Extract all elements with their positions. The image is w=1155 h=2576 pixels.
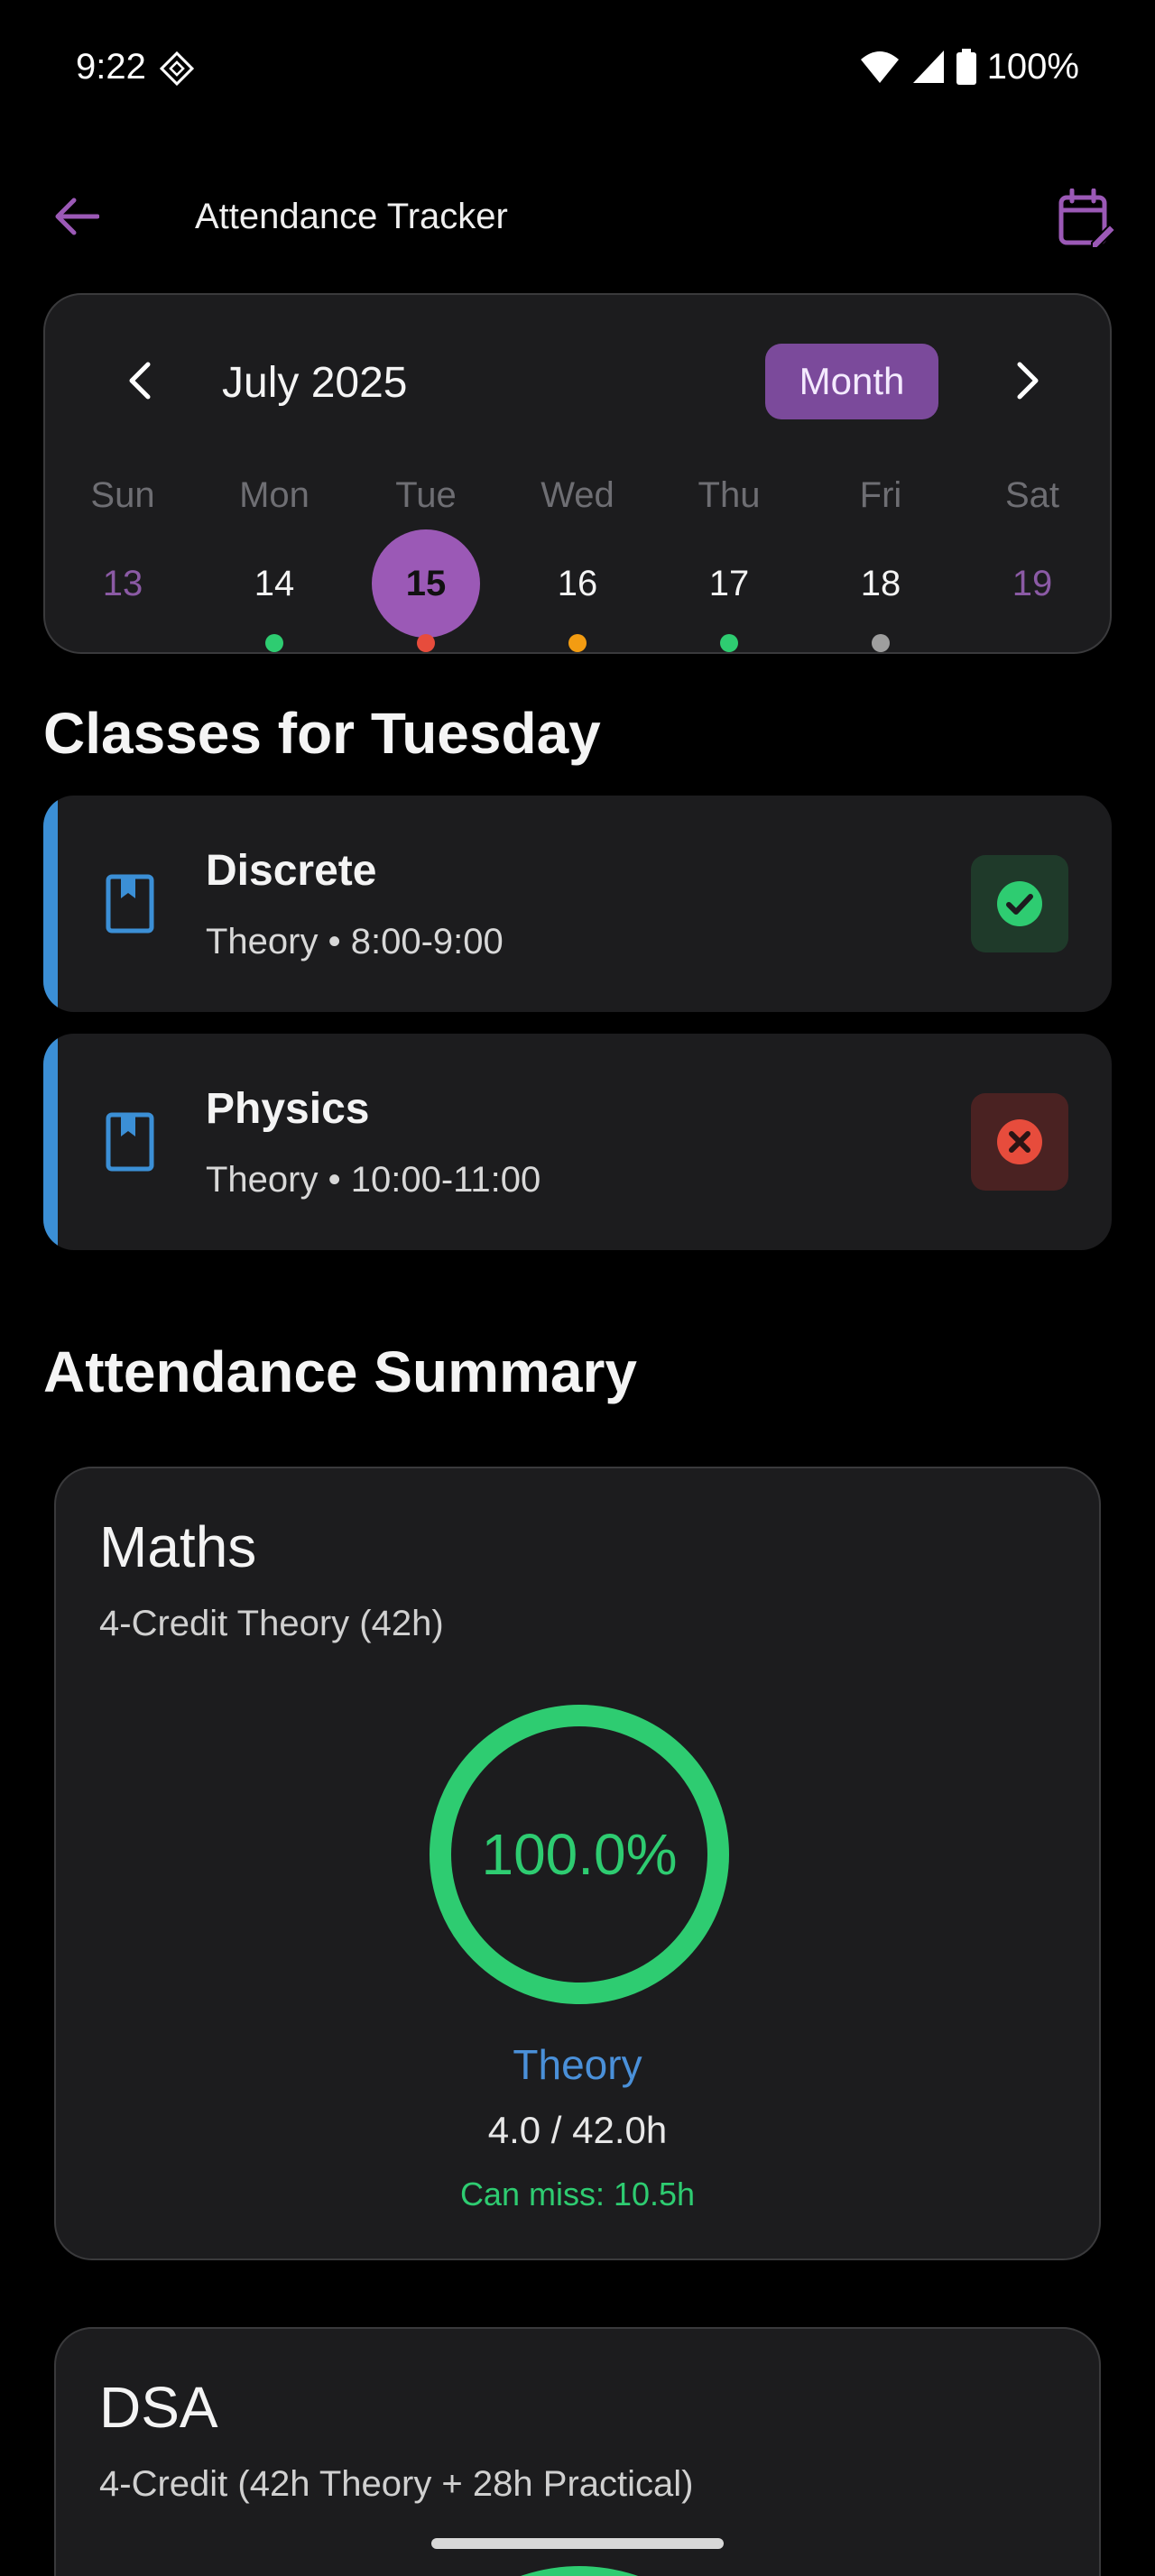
class-accent-bar: [43, 1034, 58, 1250]
chevron-right-icon: [1017, 362, 1039, 400]
week-calendar: July 2025 Month Sun Mon Tue Wed Thu Fri …: [43, 293, 1112, 654]
summary-section-title: Attendance Summary: [43, 1339, 637, 1404]
previous-week-button[interactable]: [108, 349, 171, 412]
class-card[interactable]: Physics Theory • 10:00-11:00: [43, 1034, 1112, 1250]
calendar-day-selected[interactable]: 15: [372, 529, 480, 638]
battery-percent: 100%: [986, 46, 1079, 87]
calendar-day[interactable]: 18: [827, 529, 935, 638]
classes-section-title: Classes for Tuesday: [43, 701, 601, 766]
subject-subtitle: 4-Credit Theory (42h): [99, 1604, 444, 1643]
subject-name: DSA: [99, 2375, 218, 2440]
component-hours: 4.0 / 42.0h: [487, 2109, 668, 2151]
status-time: 9:22: [76, 47, 146, 87]
status-right: 100%: [859, 45, 1079, 88]
attendance-dot: [417, 634, 435, 652]
subject-summary-card[interactable]: Maths 4-Credit Theory (42h) 100.0% Theor…: [54, 1467, 1101, 2260]
weekday-label: Thu: [698, 475, 761, 515]
attendance-ring: 100.0%: [428, 1703, 731, 2006]
subject-name: Maths: [99, 1514, 257, 1579]
x-circle-icon: [997, 1119, 1042, 1164]
mark-absent-button[interactable]: [971, 1093, 1068, 1191]
class-meta: Theory • 10:00-11:00: [206, 1160, 541, 1200]
arrow-left-icon: [55, 198, 99, 235]
weekday-label: Wed: [541, 475, 614, 515]
calendar-edit-button[interactable]: [1050, 184, 1123, 253]
status-bar: 9:22 100%: [0, 0, 1155, 135]
weekday-label: Tue: [395, 475, 457, 515]
weekday-label: Fri: [859, 475, 902, 515]
class-accent-bar: [43, 796, 58, 1012]
attendance-dot: [568, 634, 587, 652]
weekday-label: Sun: [90, 475, 155, 515]
class-name: Discrete: [206, 847, 377, 895]
can-miss-label: Can miss: 10.5h: [459, 2176, 696, 2213]
month-view-button[interactable]: Month: [765, 344, 938, 419]
attendance-percent: 100.0%: [481, 1822, 678, 1887]
next-week-button[interactable]: [996, 349, 1059, 412]
weekday-label: Mon: [239, 475, 310, 515]
attendance-dot: [872, 634, 890, 652]
wifi-icon: [860, 51, 899, 83]
back-button[interactable]: [40, 188, 112, 245]
dnd-icon: [159, 51, 195, 87]
battery-icon: [956, 49, 976, 85]
home-indicator[interactable]: [431, 2538, 724, 2549]
calendar-day[interactable]: 19: [978, 529, 1086, 638]
chevron-left-icon: [129, 362, 151, 400]
app-bar: Attendance Tracker: [0, 171, 1155, 262]
mark-present-button[interactable]: [971, 855, 1068, 952]
calendar-day[interactable]: 17: [675, 529, 783, 638]
calendar-day[interactable]: 13: [69, 529, 177, 638]
attendance-dot: [720, 634, 738, 652]
attendance-dot: [265, 634, 283, 652]
class-name: Physics: [206, 1085, 370, 1133]
calendar-day[interactable]: 14: [220, 529, 328, 638]
page-title: Attendance Tracker: [195, 197, 508, 236]
component-label: Theory: [513, 2041, 642, 2088]
calendar-day[interactable]: 16: [523, 529, 632, 638]
subject-subtitle: 4-Credit (42h Theory + 28h Practical): [99, 2464, 694, 2504]
signal-icon: [912, 51, 944, 83]
check-circle-icon: [997, 881, 1042, 926]
class-card[interactable]: Discrete Theory • 8:00-9:00: [43, 796, 1112, 1012]
book-icon: [106, 874, 154, 934]
calendar-edit-icon: [1058, 189, 1115, 248]
progress-ring-partial: [521, 2566, 638, 2576]
book-icon: [106, 1112, 154, 1172]
calendar-month-label: July 2025: [222, 359, 408, 407]
class-meta: Theory • 8:00-9:00: [206, 922, 504, 961]
weekday-label: Sat: [1004, 475, 1060, 515]
